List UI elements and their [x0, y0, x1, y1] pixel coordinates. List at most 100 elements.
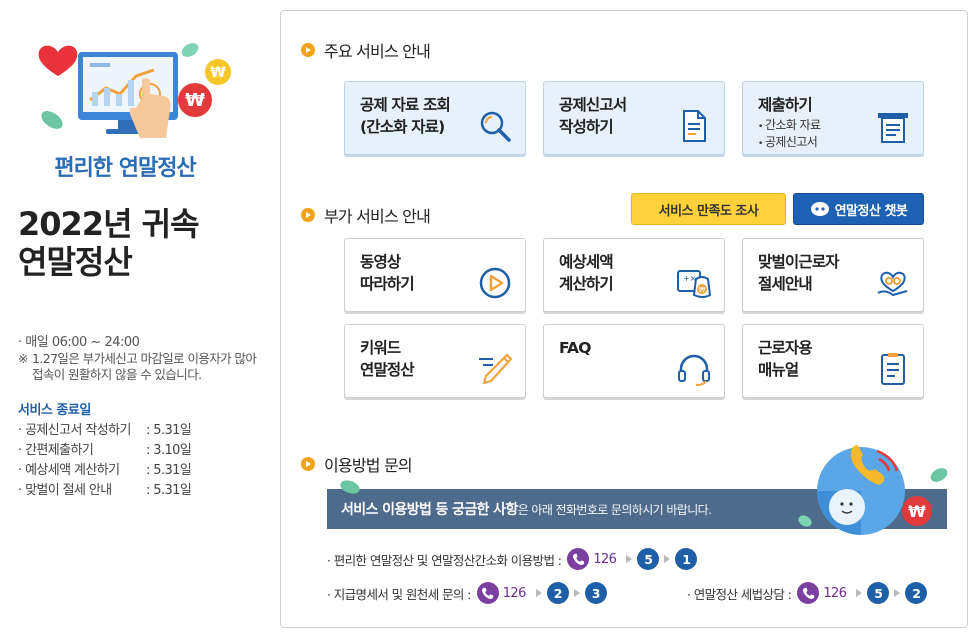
magnifier-icon [480, 111, 511, 142]
banner-rest-text: 은 아래 전화번호로 문의하시기 바랍니다. [517, 502, 712, 517]
phone-row-label: · 편리한 연말정산 및 연말정산간소화 이용방법 : [327, 552, 562, 568]
play-icon [479, 267, 511, 299]
card-label: 예상세액 계산하기 [559, 253, 614, 293]
end-item-name: · 공제신고서 작성하기 [18, 423, 131, 438]
page-title-line1: 2022년 귀속 [18, 205, 200, 243]
chatbot-icon [810, 202, 829, 216]
chatbot-button-label: 연말정산 챗봇 [834, 203, 908, 219]
card-label: 근로자용 매뉴얼 [758, 339, 813, 379]
page-title-line2: 연말정산 [18, 243, 133, 281]
play-bullet-icon [301, 43, 315, 57]
phone-row-label: · 연말정산 세법상담 : [687, 586, 792, 602]
extra-services-title: 부가 서비스 안내 [324, 207, 431, 226]
svg-text:₩: ₩ [185, 90, 205, 111]
end-item-date: : 3.10일 [146, 443, 192, 458]
service-hours: · 매일 06:00 ~ 24:00 [18, 335, 140, 350]
play-bullet-icon [301, 457, 315, 471]
card-label: 공제신고서 작성하기 [559, 96, 627, 136]
card-worker-manual[interactable]: 근로자용 매뉴얼 [742, 324, 924, 398]
card-sub-list: 간소화 자료 공제신고서 [758, 118, 821, 152]
arrow-right-icon [894, 589, 901, 597]
banner-bold-text: 서비스 이용방법 등 궁금한 사항 [341, 502, 518, 518]
card-submit[interactable]: 제출하기 간소화 자료 공제신고서 [742, 81, 924, 155]
arrow-right-icon [856, 589, 863, 597]
survey-button[interactable]: 서비스 만족도 조사 [631, 193, 786, 225]
card-label: 맞벌이근로자 절세안내 [758, 253, 840, 293]
svg-text:₩: ₩ [699, 286, 706, 294]
chatbot-button[interactable]: 연말정산 챗봇 [793, 193, 924, 225]
document-edit-icon [683, 110, 706, 142]
phone-number: 126 [593, 551, 617, 567]
phone-row-label: · 지급명세서 및 원천세 문의 : [327, 586, 471, 602]
end-date-list: · 공제신고서 작성하기 : 5.31일 · 간편제출하기 : 3.10일 · 예상… [18, 421, 192, 501]
end-item-name: · 예상세액 계산하기 [18, 463, 120, 478]
main-services-heading: 주요 서비스 안내 [301, 38, 431, 62]
phone-row-withholding: · 지급명세서 및 원천세 문의 : 126 2 3 [327, 582, 607, 604]
menu-step-number: 3 [584, 582, 607, 604]
card-deduction-lookup[interactable]: 공제 자료 조회 (간소화 자료) [344, 81, 526, 155]
service-panel: 주요 서비스 안내 공제 자료 조회 (간소화 자료) 공제신고서 작성하기 제… [280, 10, 968, 628]
card-video-guide[interactable]: 동영상 따라하기 [344, 238, 526, 312]
menu-step-number: 5 [637, 548, 660, 570]
main-services-title: 주요 서비스 안내 [324, 42, 431, 61]
menu-step-number: 2 [546, 582, 569, 604]
document-submit-icon [878, 113, 908, 143]
card-deduction-form[interactable]: 공제신고서 작성하기 [543, 81, 725, 155]
list-item: · 간편제출하기 : 3.10일 [18, 441, 192, 461]
svg-text:₩: ₩ [908, 502, 926, 521]
card-label: 제출하기 [758, 96, 813, 114]
notice: ※ 1.27일은 부가세신고 마감일로 이용자가 많아 접속이 원활하지 않을 … [18, 351, 268, 383]
phone-number: 126 [823, 585, 847, 601]
phone-number: 126 [502, 585, 527, 601]
card-tax-estimate[interactable]: 예상세액 계산하기 +× ₩ [543, 238, 725, 312]
page-title: 2022년 귀속 연말정산 [18, 205, 200, 281]
card-label: 공제 자료 조회 (간소화 자료) [360, 96, 451, 136]
menu-step-number: 2 [905, 582, 928, 604]
svg-text:+×: +× [683, 274, 696, 283]
manual-icon [881, 353, 905, 385]
card-label: 키워드 연말정산 [360, 339, 415, 379]
card-keyword-tax[interactable]: 키워드 연말정산 [344, 324, 526, 398]
list-item: 간소화 자료 [758, 118, 821, 135]
end-item-date: : 5.31일 [146, 463, 192, 478]
list-item: · 맞벌이 절세 안내 : 5.31일 [18, 481, 192, 501]
notice-text: 1.27일은 부가세신고 마감일로 이용자가 많아 접속이 원활하지 않을 수 … [32, 351, 257, 382]
end-item-name: · 간편제출하기 [18, 443, 94, 458]
menu-step-number: 5 [867, 582, 890, 604]
inquiry-heading: 이용방법 문의 [301, 452, 413, 476]
card-label: 동영상 따라하기 [360, 253, 415, 293]
phone-row-tax-law: · 연말정산 세법상담 : 126 5 2 [687, 582, 928, 604]
inquiry-title: 이용방법 문의 [324, 456, 413, 475]
pencil-icon [479, 353, 513, 385]
arrow-right-icon [626, 555, 633, 563]
play-bullet-icon [301, 208, 315, 222]
card-dual-income-guide[interactable]: 맞벌이근로자 절세안내 [742, 238, 924, 312]
arrow-right-icon [573, 589, 580, 597]
phone-icon [797, 582, 820, 604]
phone-icon [567, 548, 590, 570]
card-label: FAQ [559, 339, 591, 357]
phone-support-illustration: ₩ [798, 445, 948, 535]
calculator-money-icon: +× ₩ [677, 270, 712, 298]
end-item-date: : 5.31일 [146, 483, 192, 498]
leaf-decoration-icon [340, 480, 360, 494]
list-item: 공제신고서 [758, 135, 820, 152]
brand-title: 편리한 연말정산 [54, 156, 196, 181]
arrow-right-icon [535, 589, 542, 597]
end-date-title: 서비스 종료일 [18, 403, 91, 418]
end-item-name: · 맞벌이 절세 안내 [18, 483, 112, 498]
monitor-chart-illustration: ₩ ₩ [38, 43, 231, 138]
end-item-date: : 5.31일 [146, 423, 192, 438]
phone-icon [476, 582, 499, 604]
heart-hand-icon [877, 271, 908, 297]
card-faq[interactable]: FAQ [543, 324, 725, 398]
left-panel: ₩ ₩ 편리한 연말정산 2022년 귀속 연말정산 · 매일 06:00 ~ … [0, 0, 270, 633]
menu-step-number: 1 [675, 548, 698, 570]
list-item: · 공제신고서 작성하기 : 5.31일 [18, 421, 192, 441]
phone-row-usage: · 편리한 연말정산 및 연말정산간소화 이용방법 : 126 5 1 [327, 548, 698, 570]
extra-services-heading: 부가 서비스 안내 [301, 203, 431, 227]
list-item: · 예상세액 계산하기 : 5.31일 [18, 461, 192, 481]
headset-icon [678, 354, 710, 386]
notice-mark: ※ [18, 351, 28, 366]
svg-text:₩: ₩ [210, 65, 226, 81]
